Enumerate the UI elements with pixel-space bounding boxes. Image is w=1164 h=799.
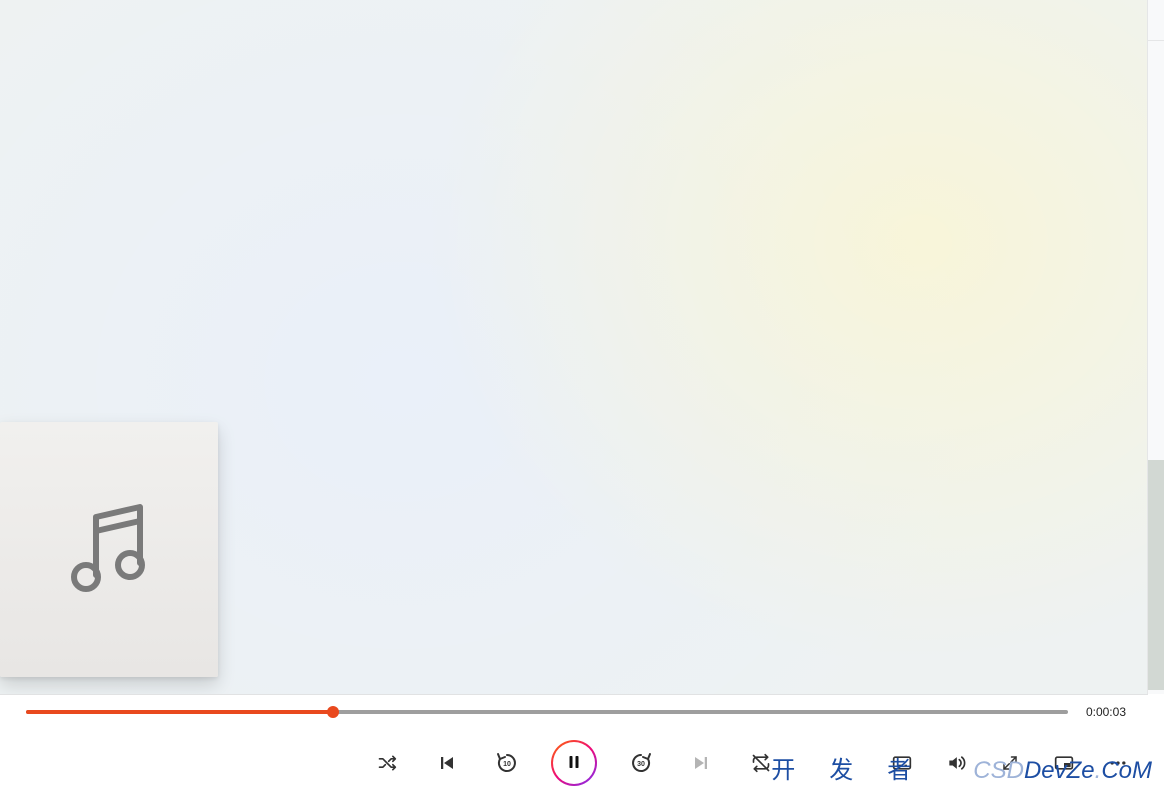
skip-forward-icon: 30 [629, 751, 653, 775]
controls-row: 10 30 [0, 727, 1148, 799]
progress-row: 0:00:03 [0, 694, 1148, 728]
skip-previous-icon [438, 754, 456, 772]
miniplayer-icon [1054, 755, 1074, 771]
volume-button[interactable] [940, 747, 972, 779]
pause-button[interactable] [551, 740, 597, 786]
skip-forward-30-button[interactable]: 30 [625, 747, 657, 779]
next-button[interactable] [685, 747, 717, 779]
repeat-button[interactable] [745, 747, 777, 779]
subtitles-button[interactable] [886, 747, 918, 779]
expand-icon [1001, 754, 1019, 772]
skip-back-icon: 10 [495, 751, 519, 775]
shuffle-icon [377, 753, 397, 773]
subtitles-icon [892, 755, 912, 771]
fullscreen-button[interactable] [994, 747, 1026, 779]
pause-icon [565, 753, 583, 774]
svg-text:10: 10 [503, 761, 511, 768]
seek-slider[interactable] [26, 710, 1068, 714]
elapsed-time-label: 0:00:03 [1086, 705, 1126, 719]
skip-next-icon [692, 754, 710, 772]
skip-back-10-button[interactable]: 10 [491, 747, 523, 779]
volume-icon [946, 753, 966, 773]
right-panel-sliver [1147, 0, 1164, 694]
miniplayer-button[interactable] [1048, 747, 1080, 779]
shuffle-button[interactable] [371, 747, 403, 779]
previous-button[interactable] [431, 747, 463, 779]
svg-text:30: 30 [637, 761, 645, 768]
more-horizontal-icon [1108, 753, 1128, 773]
repeat-off-icon [751, 753, 771, 773]
album-art-card [0, 422, 218, 677]
music-note-icon [64, 497, 154, 602]
more-options-button[interactable] [1102, 747, 1134, 779]
